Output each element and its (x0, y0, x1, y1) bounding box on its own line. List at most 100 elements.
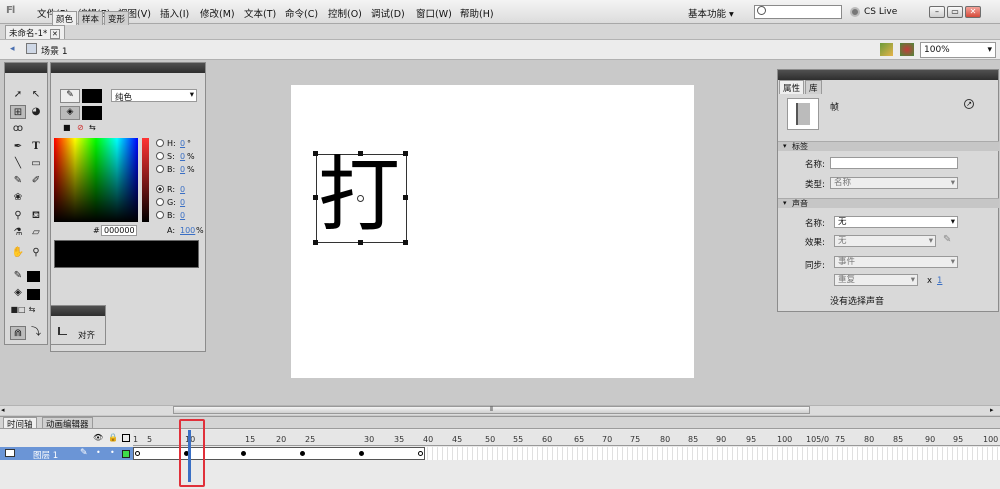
back-arrow-icon[interactable]: ◂ (10, 44, 15, 54)
keyframe[interactable] (135, 451, 140, 456)
scrollbar-thumb[interactable]: ⦀ (173, 406, 810, 414)
align-label[interactable]: 对齐 (78, 329, 95, 341)
fill-swatch[interactable] (82, 106, 102, 120)
bone-tool-icon[interactable]: ⚲ (10, 209, 26, 223)
tab-library[interactable]: 库 (805, 80, 822, 94)
effect-select[interactable]: 无 ▾ (834, 235, 936, 247)
eraser-tool-icon[interactable]: ▱ (28, 226, 44, 240)
deco-tool-icon[interactable]: ❀ (10, 191, 26, 205)
help-icon[interactable]: ↗ (964, 99, 974, 109)
visible-dot-icon[interactable]: • (96, 448, 101, 457)
hsb-value-0[interactable]: 0 (180, 139, 185, 148)
eyedropper-tool-icon[interactable]: ⚗ (10, 226, 26, 240)
swap-icon[interactable]: ⇆ (89, 123, 96, 132)
menu-item-10[interactable]: 帮助(H) (460, 6, 494, 20)
repeat-select[interactable]: 重复 ▾ (834, 274, 918, 286)
frame-span[interactable] (133, 447, 425, 460)
3d-rotation-tool-icon[interactable]: ◕ (28, 105, 44, 119)
edit-symbols-icon[interactable] (900, 43, 914, 56)
search-input[interactable] (754, 5, 842, 19)
fill-type-select[interactable]: 纯色 ▾ (111, 89, 197, 103)
hsb-value-1[interactable]: 0 (180, 152, 185, 161)
no-color-icon[interactable]: ⊘ (77, 123, 84, 132)
black-white-icon[interactable]: ■ (63, 123, 71, 132)
scene-label[interactable]: 场景 1 (41, 44, 68, 57)
menu-item-3[interactable]: 插入(I) (160, 6, 189, 20)
label-name-input[interactable] (830, 157, 958, 169)
snap-to-objects-icon[interactable]: ⋒ (10, 326, 26, 340)
unlocked-dot-icon[interactable]: • (110, 448, 115, 457)
layer-name[interactable]: 图层 1 (33, 449, 58, 461)
tab-transform[interactable]: 变形 (104, 11, 130, 25)
keyframe[interactable] (359, 451, 364, 456)
keyframe[interactable] (241, 451, 246, 456)
transform-handle[interactable] (403, 151, 408, 156)
zoom-select[interactable]: 100% ▾ (920, 42, 996, 58)
selection-tool-icon[interactable]: ➚ (10, 88, 26, 102)
keyframe[interactable] (418, 451, 423, 456)
alpha-value[interactable]: 100 (180, 226, 195, 235)
eye-icon[interactable]: 👁 (93, 433, 103, 442)
tab-color[interactable]: 颜色 (52, 11, 78, 25)
close-icon[interactable]: ✕ (49, 29, 60, 39)
menu-item-6[interactable]: 命令(C) (285, 6, 318, 20)
transform-handle[interactable] (403, 240, 408, 245)
outline-icon[interactable] (122, 434, 130, 442)
menu-item-8[interactable]: 调试(D) (371, 6, 405, 20)
stroke-swatch[interactable] (82, 89, 102, 103)
workspace-switcher[interactable]: 基本功能 ▾ (684, 4, 746, 20)
sound-section-header[interactable]: 声音 (778, 198, 999, 208)
transform-point[interactable] (357, 195, 364, 202)
edit-scene-icon[interactable] (880, 43, 893, 56)
sync-select[interactable]: 事件 ▾ (834, 256, 958, 268)
hsb-value-2[interactable]: 0 (180, 165, 185, 174)
hand-tool-icon[interactable]: ✋ (10, 246, 26, 260)
menu-item-4[interactable]: 修改(M) (200, 6, 235, 20)
transform-handle[interactable] (358, 240, 363, 245)
pencil-tool-icon[interactable]: ✎ (10, 174, 26, 188)
align-icon[interactable] (58, 327, 67, 335)
chevron-down-icon[interactable]: ▾ (783, 142, 787, 150)
rectangle-tool-icon[interactable]: ▭ (28, 157, 44, 171)
restore-button[interactable]: ▭ (947, 6, 963, 18)
label-section-header[interactable]: 标签 (778, 141, 999, 151)
zoom-tool-icon[interactable]: ⚲ (28, 246, 44, 260)
transform-handle[interactable] (403, 195, 408, 200)
fill-bucket-icon[interactable]: ◈ (60, 106, 80, 120)
radio-rgb-1[interactable] (156, 198, 164, 206)
tab-timeline[interactable]: 时间轴 (3, 417, 37, 430)
label-type-select[interactable]: 名称 ▾ (830, 177, 958, 189)
rgb-value-0[interactable]: 0 (180, 185, 185, 194)
sound-name-select[interactable]: 无 ▾ (834, 216, 958, 228)
tab-swatches[interactable]: 样本 (78, 11, 104, 25)
smooth-icon[interactable]: ⤵ (28, 326, 44, 340)
menu-item-9[interactable]: 窗口(W) (416, 6, 452, 20)
stroke-pencil-icon[interactable]: ✎ (60, 89, 80, 103)
document-tab[interactable]: 未命名-1* ✕ (5, 25, 65, 39)
keyframe[interactable] (300, 451, 305, 456)
radio-hsb-1[interactable] (156, 152, 164, 160)
rgb-value-1[interactable]: 0 (180, 198, 185, 207)
chevron-down-icon[interactable]: ▾ (783, 199, 787, 207)
brightness-slider[interactable] (142, 138, 149, 222)
color-picker-field[interactable] (54, 138, 138, 222)
cs-live-button[interactable]: CS Live (864, 7, 897, 17)
radio-rgb-0[interactable] (156, 185, 164, 193)
transform-handle[interactable] (358, 151, 363, 156)
fill-color-swatch[interactable] (27, 289, 40, 300)
stroke-color-swatch[interactable] (27, 271, 40, 282)
menu-item-7[interactable]: 控制(O) (328, 6, 362, 20)
minimize-button[interactable]: – (929, 6, 945, 18)
swap-colors-icon[interactable]: ⇆ (24, 303, 40, 317)
hex-input[interactable]: 000000 (101, 225, 137, 236)
edit-envelope-icon[interactable]: ✎ (943, 234, 951, 245)
lasso-tool-icon[interactable]: ꝏ (10, 122, 26, 136)
radio-rgb-2[interactable] (156, 211, 164, 219)
rgb-value-2[interactable]: 0 (180, 211, 185, 220)
subselection-tool-icon[interactable]: ↖ (28, 88, 44, 102)
scroll-right-icon[interactable]: ▸ (990, 406, 994, 414)
tab-properties[interactable]: 属性 (779, 80, 805, 94)
lock-icon[interactable]: 🔒 (108, 433, 118, 442)
close-window-button[interactable]: ✕ (965, 6, 981, 18)
pen-tool-icon[interactable]: ✒ (10, 140, 26, 154)
